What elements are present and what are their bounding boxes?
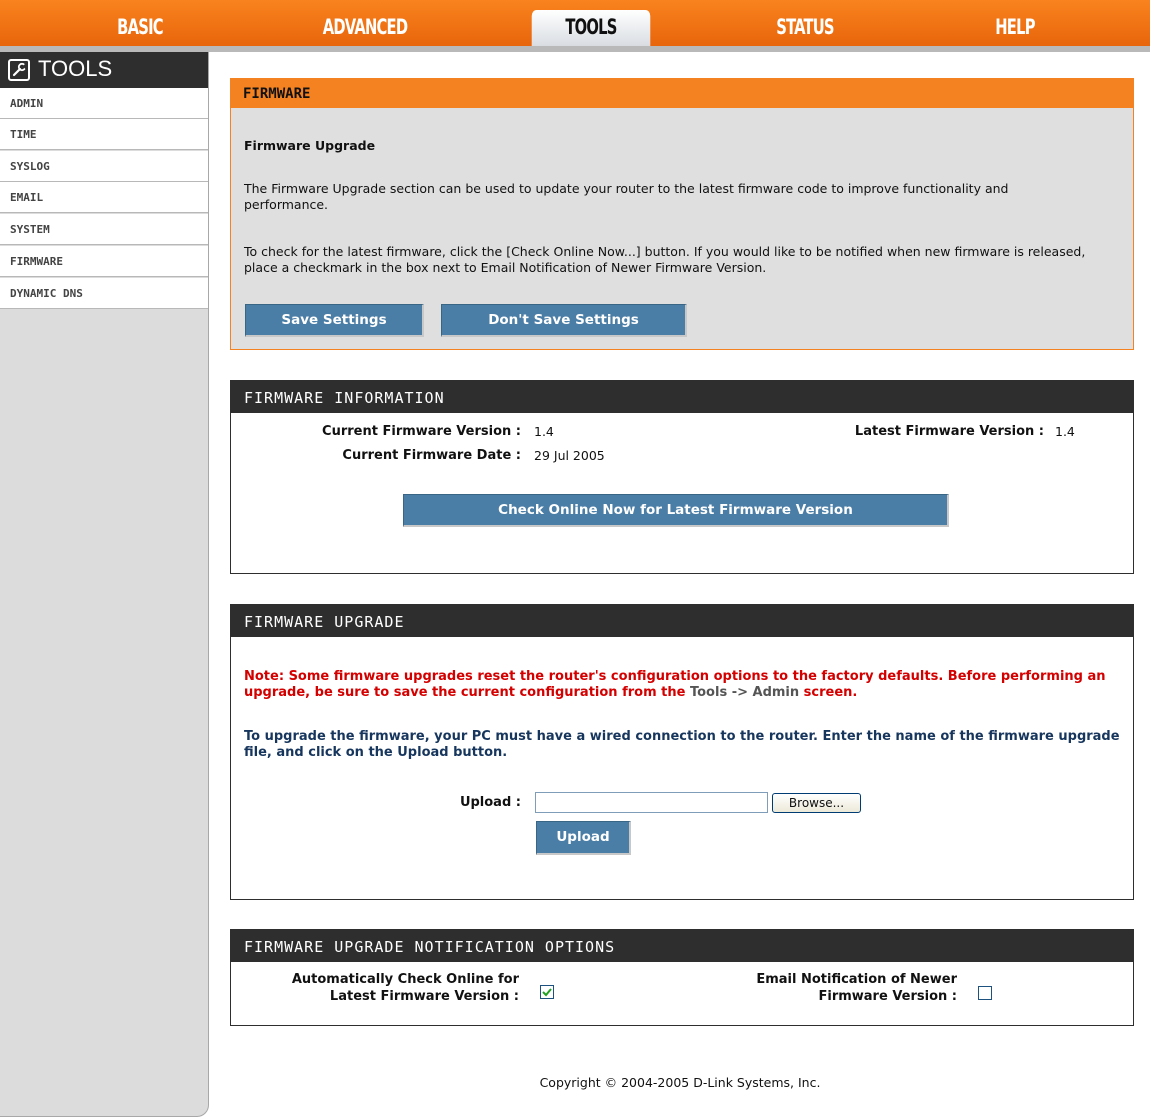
upgrade-instructions: To upgrade the firmware, your PC must ha… [244, 729, 1120, 760]
email-notification-checkbox[interactable] [978, 986, 992, 1000]
wrench-icon [8, 59, 30, 81]
notification-options-header: FIRMWARE UPGRADE NOTIFICATION OPTIONS [231, 930, 1133, 962]
sidebar-item-time[interactable]: TIME [0, 119, 208, 150]
dont-save-settings-button[interactable]: Don't Save Settings [441, 304, 687, 337]
sidebar-item-dynamic-dns[interactable]: DYNAMIC DNS [0, 278, 208, 309]
notification-options-title: FIRMWARE UPGRADE NOTIFICATION OPTIONS [244, 938, 616, 956]
upload-label: Upload : [459, 795, 521, 810]
firmware-subtitle: Firmware Upgrade [244, 138, 376, 153]
notification-options-panel: FIRMWARE UPGRADE NOTIFICATION OPTIONS Au… [230, 929, 1134, 1026]
tools-admin-link[interactable]: Tools -> Admin [690, 685, 799, 700]
firmware-intro-text: The Firmware Upgrade section can be used… [244, 181, 1009, 212]
sidebar-item-syslog[interactable]: SYSLOG [0, 151, 208, 182]
top-nav: BASIC ADVANCED TOOLS STATUS HELP [0, 0, 1150, 46]
latest-version-label: Latest Firmware Version : [854, 424, 1044, 439]
firmware-info-panel: FIRMWARE INFORMATION Current Firmware Ve… [230, 380, 1134, 574]
firmware-info-title: FIRMWARE INFORMATION [244, 389, 445, 407]
firmware-file-input[interactable] [535, 792, 768, 813]
current-version-value: 1.4 [534, 424, 554, 439]
current-date-label: Current Firmware Date : [342, 448, 521, 463]
sidebar-item-system[interactable]: SYSTEM [0, 214, 208, 245]
upload-button[interactable]: Upload [536, 821, 631, 855]
auto-check-checkbox[interactable] [540, 985, 554, 999]
firmware-panel-title: FIRMWARE [243, 86, 311, 102]
email-notification-label: Email Notification of Newer Firmware Ver… [701, 971, 957, 1005]
checkmark-icon [542, 988, 552, 997]
sidebar-title: TOOLS [38, 56, 113, 81]
sidebar-item-label: SYSTEM [10, 223, 50, 236]
sidebar-item-label: ADMIN [10, 97, 44, 110]
upgrade-warning-note: Note: Some firmware upgrades reset the r… [244, 669, 1124, 701]
current-date-value: 29 Jul 2005 [534, 448, 605, 463]
latest-version-value: 1.4 [1055, 424, 1075, 439]
sidebar-item-admin[interactable]: ADMIN [0, 88, 208, 119]
email-notification-label-line1: Email Notification of Newer [756, 972, 957, 987]
firmware-panel: FIRMWARE Firmware Upgrade The Firmware U… [230, 78, 1134, 350]
sidebar-item-label: SYSLOG [10, 160, 50, 173]
firmware-info-header: FIRMWARE INFORMATION [231, 381, 1133, 413]
sidebar-item-email[interactable]: EMAIL [0, 182, 208, 213]
warning-text: Note: Some firmware upgrades reset the r… [244, 669, 1106, 700]
firmware-check-text: To check for the latest firmware, click … [244, 244, 1086, 275]
current-version-label: Current Firmware Version : [322, 424, 521, 439]
sidebar-header: TOOLS [0, 52, 208, 88]
sidebar-item-label: TIME [10, 128, 37, 141]
firmware-upgrade-panel: FIRMWARE UPGRADE Note: Some firmware upg… [230, 604, 1134, 900]
check-online-button[interactable]: Check Online Now for Latest Firmware Ver… [403, 494, 949, 527]
sidebar-item-label: FIRMWARE [10, 255, 63, 268]
sidebar-item-label: DYNAMIC DNS [10, 287, 83, 300]
save-settings-button[interactable]: Save Settings [245, 304, 424, 337]
sidebar: TOOLS ADMIN TIME SYSLOG EMAIL SYSTEM FIR… [0, 52, 209, 1117]
sidebar-item-firmware[interactable]: FIRMWARE [0, 246, 208, 277]
firmware-upgrade-header: FIRMWARE UPGRADE [231, 605, 1133, 637]
auto-check-label: Automatically Check Online for Latest Fi… [261, 971, 519, 1005]
auto-check-label-line2: Latest Firmware Version : [329, 989, 519, 1004]
firmware-upgrade-title: FIRMWARE UPGRADE [244, 613, 405, 631]
browse-button[interactable]: Browse... [772, 793, 861, 813]
copyright-footer: Copyright © 2004-2005 D-Link Systems, In… [539, 1075, 821, 1090]
tab-advanced[interactable]: ADVANCED [303, 10, 428, 46]
warning-text-end: screen. [799, 685, 858, 700]
tab-basic[interactable]: BASIC [78, 10, 203, 46]
sidebar-item-label: EMAIL [10, 191, 44, 204]
auto-check-label-line1: Automatically Check Online for [291, 972, 519, 987]
email-notification-label-line2: Firmware Version : [818, 989, 957, 1004]
tab-status[interactable]: STATUS [743, 10, 868, 46]
tab-tools[interactable]: TOOLS [531, 10, 651, 46]
firmware-panel-header: FIRMWARE [231, 79, 1133, 108]
tab-help[interactable]: HELP [953, 10, 1078, 46]
